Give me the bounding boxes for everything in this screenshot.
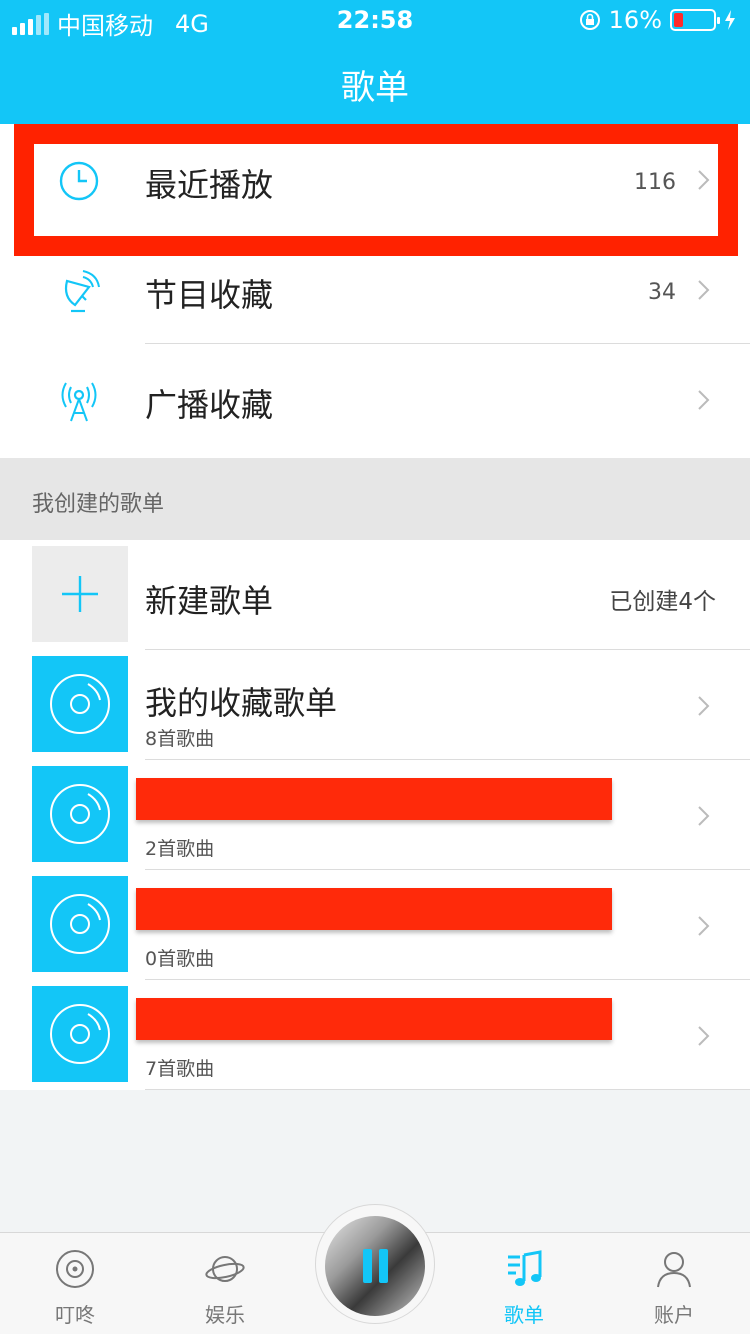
tab-label: 叮咚 [55,1303,95,1327]
disc-icon [50,1004,110,1064]
radio-tower-icon [61,382,97,422]
disc-icon [50,674,110,734]
tab-label: 歌单 [504,1303,544,1327]
planet-icon [205,1256,245,1282]
pause-icon [362,1249,388,1283]
list-item-label: 节目收藏 [145,276,274,314]
new-playlist-row[interactable]: 新建歌单 已创建4个 [0,540,750,650]
music-note-icon [508,1250,542,1286]
redaction-bar [136,998,612,1040]
tab-account[interactable]: 账户 [614,1233,734,1334]
tab-label: 账户 [654,1303,694,1327]
redaction-bar [136,778,612,820]
status-bar: 中国移动 4G 22:58 16% [0,0,750,40]
playlist-song-count: 7首歌曲 [145,1058,215,1080]
redaction-bar [136,888,612,930]
rotation-lock-icon [579,10,600,30]
playlist-list: 新建歌单 已创建4个 我的收藏歌单 8首歌曲 2首歌曲 0首歌曲 7首歌曲 [0,540,750,1090]
playlist-cover [32,766,128,862]
playlist-item[interactable]: 0首歌曲 [0,870,750,980]
playlist-item[interactable]: 我的收藏歌单 8首歌曲 [0,650,750,760]
chevron-right-icon [698,806,710,826]
page-title: 歌单 [341,68,409,108]
chevron-right-icon [698,1026,710,1046]
playlist-song-count: 8首歌曲 [145,728,215,750]
playlist-song-count: 2首歌曲 [145,838,215,860]
playlist-item[interactable]: 7首歌曲 [0,980,750,1090]
app-header: 中国移动 4G 22:58 16% 歌单 [0,0,750,124]
chevron-right-icon [698,280,710,300]
playlist-cover [32,876,128,972]
satellite-dish-icon [64,270,100,313]
section-label: 我创建的歌单 [32,492,165,517]
chevron-right-icon [698,390,710,410]
playlist-song-count: 0首歌曲 [145,948,215,970]
playlist-cover [32,656,128,752]
account-icon [657,1252,691,1288]
battery-icon [670,9,720,31]
playlist-cover [32,986,128,1082]
created-count: 已创建4个 [609,589,716,615]
battery-percent: 16% [608,6,662,34]
now-playing-button[interactable] [325,1216,425,1316]
section-header: 我创建的歌单 [0,458,750,540]
chevron-right-icon [698,916,710,936]
tab-playlist[interactable]: 歌单 [464,1233,584,1334]
tab-dingdong[interactable]: 叮咚 [15,1233,135,1334]
list-item-radio[interactable]: 广播收藏 [0,344,750,454]
disc-icon [50,894,110,954]
chevron-right-icon [698,696,710,716]
playlist-item[interactable]: 2首歌曲 [0,760,750,870]
tab-entertainment[interactable]: 娱乐 [165,1233,285,1334]
highlight-box [14,124,738,256]
plus-icon [62,576,98,612]
new-playlist-label: 新建歌单 [145,582,274,620]
disc-icon [50,784,110,844]
list-item-label: 广播收藏 [145,386,274,424]
divider [145,1089,750,1090]
playlist-title: 我的收藏歌单 [145,684,338,722]
new-playlist-thumb [32,546,128,642]
tab-label: 娱乐 [205,1303,245,1327]
dingdong-icon [56,1250,94,1288]
list-item-count: 34 [648,280,676,305]
charging-icon [725,10,735,30]
